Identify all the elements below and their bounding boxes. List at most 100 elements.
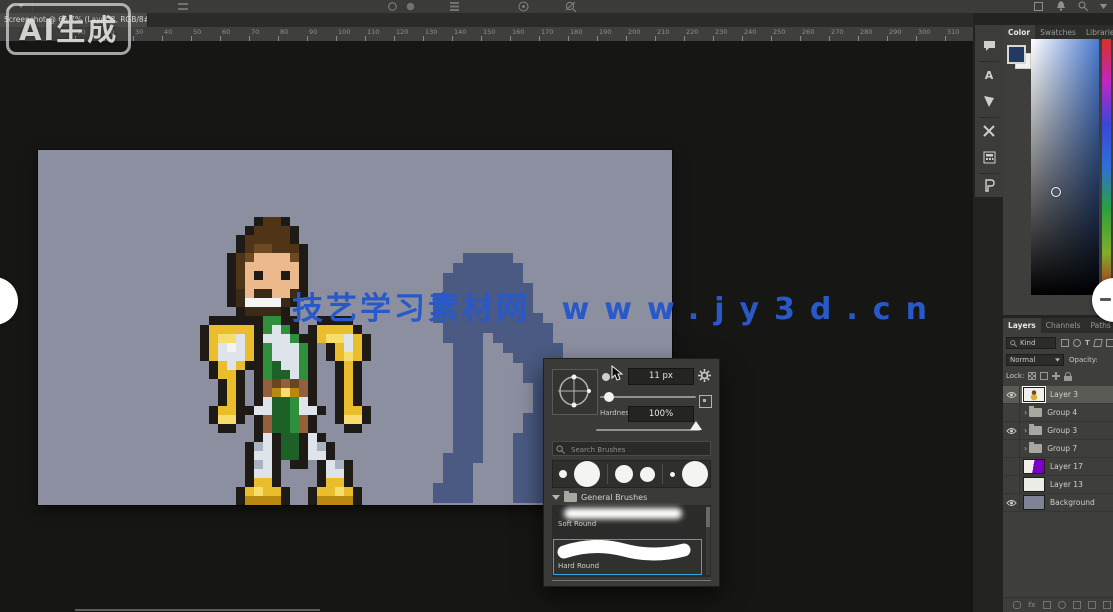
comment-icon[interactable] [981,37,997,53]
layer-thumbnail[interactable] [1023,459,1045,474]
scrollbar-thumb[interactable] [706,507,710,527]
gear-icon[interactable] [698,369,711,382]
lock-pixels-icon[interactable] [1040,372,1048,380]
foreground-color-swatch[interactable] [1007,45,1026,64]
lock-position-icon[interactable] [1052,372,1060,380]
layer-mask-icon[interactable] [1043,601,1051,609]
ruler-tick-label: 280 [860,28,872,36]
layer-effects-icon[interactable]: fx [1028,601,1036,609]
video-progress-bar[interactable] [75,609,320,611]
brush-search-input[interactable] [569,442,711,457]
layer-name[interactable]: Group 7 [1047,444,1077,453]
horizontal-ruler[interactable]: 0102030405060708090100110120130140150160… [0,27,975,42]
visibility-toggle[interactable] [1003,404,1020,421]
brush-size-slider[interactable] [600,396,696,398]
filter-image-icon[interactable] [1061,339,1069,347]
brush-preset-dot[interactable] [670,472,675,477]
brush-preview-toggle-icon[interactable] [699,395,712,408]
foreground-background-swatches[interactable] [1007,45,1031,69]
bell-icon[interactable] [1056,1,1066,11]
character-icon[interactable]: A [981,67,997,83]
layer-name[interactable]: Layer 13 [1050,480,1083,489]
visibility-toggle[interactable] [1003,440,1020,457]
ai-generated-badge: AI生成 [6,3,131,55]
brush-item-soft-round[interactable]: Soft Round [554,505,702,528]
layer-name[interactable]: Group 4 [1047,408,1077,417]
smoothing-icon[interactable] [565,1,576,12]
brush-size-field[interactable]: 11 px [628,368,694,385]
close-icon[interactable] [981,123,997,139]
workspace-chevron-icon[interactable] [1100,4,1107,9]
filter-adjustment-icon[interactable] [1073,339,1081,347]
airbrush-icon[interactable] [518,1,529,12]
new-layer-icon[interactable] [1088,601,1096,609]
layer-name[interactable]: Layer 3 [1050,390,1078,399]
tab-libraries[interactable]: Libraries [1081,25,1113,40]
color-picker-ring[interactable] [1051,187,1061,197]
blend-mode-select[interactable]: Normal [1006,354,1064,366]
filter-smart-icon[interactable] [1106,339,1113,347]
opacity-icon[interactable] [388,2,397,11]
visibility-toggle[interactable] [1003,386,1020,403]
visibility-toggle[interactable] [1003,422,1020,439]
brush-preset-dot[interactable] [615,465,633,483]
visibility-toggle[interactable] [1003,476,1020,493]
tab-color[interactable]: Color [1003,25,1035,40]
layer-row[interactable]: › Group 7 [1003,440,1113,458]
expand-arrow-icon[interactable]: › [1024,426,1027,435]
hardness-field[interactable]: 100% [628,406,694,422]
lock-all-icon[interactable] [1064,372,1072,381]
brush-preset-dot[interactable] [559,470,567,478]
visibility-toggle[interactable] [1003,458,1020,475]
layer-name[interactable]: Background [1050,498,1095,507]
tab-layers[interactable]: Layers [1003,318,1041,333]
brush-angle-control[interactable] [552,369,598,415]
paragraph-icon[interactable] [981,177,997,193]
delete-layer-icon[interactable] [1103,601,1111,609]
pressure-opacity-icon[interactable] [406,2,415,11]
visibility-toggle[interactable] [1003,494,1020,511]
saturation-brightness-field[interactable] [1031,39,1099,295]
tab-swatches[interactable]: Swatches [1035,25,1081,40]
mode-icon[interactable] [178,2,188,11]
filter-shape-icon[interactable] [1093,339,1103,347]
brush-search-box[interactable] [552,441,711,456]
brush-group-header[interactable]: General Brushes [552,491,711,504]
layer-row[interactable]: › Group 3 [1003,422,1113,440]
slider-thumb[interactable] [604,392,614,402]
adjustment-layer-icon[interactable] [1058,601,1066,609]
flow-icon[interactable] [450,2,459,11]
layer-row[interactable]: Layer 3 [1003,386,1113,404]
calculator-icon[interactable] [981,149,997,165]
layer-name[interactable]: Group 3 [1047,426,1077,435]
brush-item-hard-round[interactable]: Hard Round [553,539,702,575]
layer-row[interactable]: Background [1003,494,1113,512]
brush-preset-dot[interactable] [574,461,600,487]
layer-thumbnail[interactable] [1023,387,1045,402]
hue-slider[interactable] [1102,39,1111,295]
layer-thumbnail[interactable] [1023,477,1045,492]
slider-triangle-thumb[interactable] [690,421,702,430]
share-icon[interactable] [1034,2,1043,11]
expand-arrow-icon[interactable]: › [1024,408,1027,417]
layer-name[interactable]: Layer 17 [1050,462,1083,471]
link-layers-icon[interactable] [1013,601,1021,609]
brush-preset-dot[interactable] [682,461,708,487]
brush-preset-dot[interactable] [640,467,655,482]
filter-type-icon[interactable]: T [1085,339,1090,347]
new-group-icon[interactable] [1073,601,1081,609]
scrollbar[interactable] [706,507,710,575]
hardness-slider[interactable] [596,429,700,431]
layer-thumbnail[interactable] [1023,495,1045,510]
layer-row[interactable]: Layer 17 [1003,458,1113,476]
lock-transparency-icon[interactable] [1028,372,1036,380]
filter-kind-dropdown[interactable]: Kind [1006,337,1056,349]
hard-brush-stroke-preview [554,540,694,562]
layer-row[interactable]: Layer 13 [1003,476,1113,494]
expand-arrow-icon[interactable]: › [1024,444,1027,453]
search-icon[interactable] [1078,1,1088,11]
color-panel-tabs: Color Swatches Libraries [1003,25,1113,40]
pennant-icon[interactable] [981,93,997,109]
tab-channels[interactable]: Channels [1041,318,1086,333]
layer-row[interactable]: › Group 4 [1003,404,1113,422]
